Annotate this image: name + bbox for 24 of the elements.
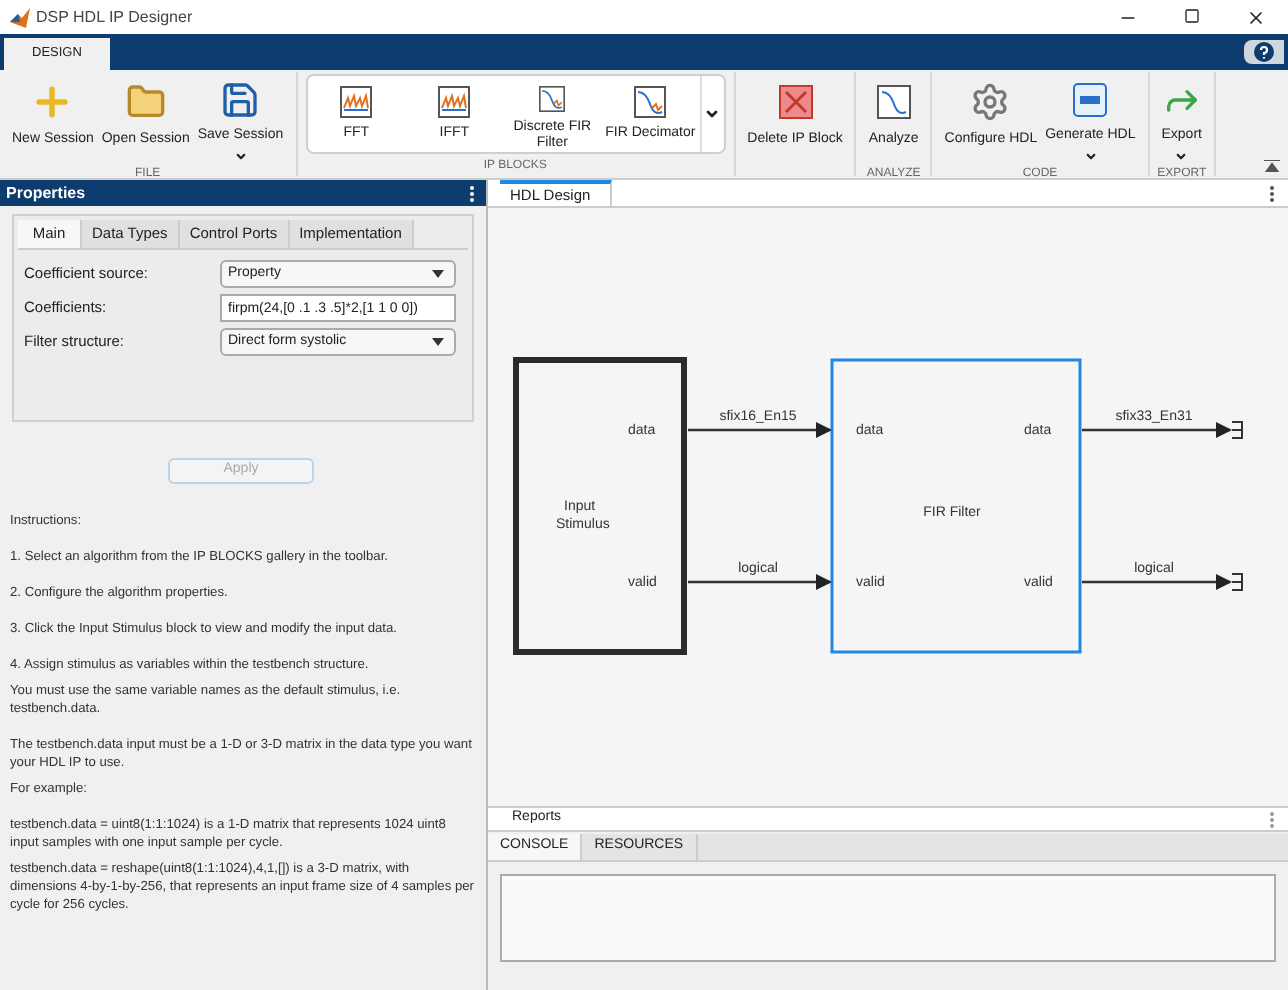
close-icon — [1246, 7, 1266, 27]
spectrum-icon — [340, 86, 373, 118]
delete-icon — [777, 84, 814, 120]
collapse-ribbon-icon — [1264, 160, 1280, 172]
app-logo-icon — [10, 7, 30, 27]
response-icon — [536, 86, 569, 112]
response-icon — [634, 86, 667, 118]
caret-icon — [432, 270, 444, 278]
folder-icon — [125, 82, 166, 122]
help-button[interactable] — [1244, 40, 1284, 64]
window-title: DSP HDL IP Designer — [36, 5, 193, 29]
maximize-icon — [1184, 7, 1200, 23]
signal-arrow — [688, 574, 832, 590]
input-stimulus-block[interactable] — [513, 357, 687, 655]
signal-arrow — [688, 422, 832, 438]
spectrum-icon — [438, 86, 471, 118]
plot-icon — [875, 84, 912, 120]
save-icon — [220, 80, 261, 121]
caret-icon — [704, 106, 721, 122]
help-icon — [1254, 42, 1274, 62]
fir-filter-block[interactable] — [830, 358, 1082, 654]
panel-title: Properties — [6, 181, 86, 205]
gear-icon — [970, 82, 1011, 122]
caret-icon — [432, 338, 444, 346]
